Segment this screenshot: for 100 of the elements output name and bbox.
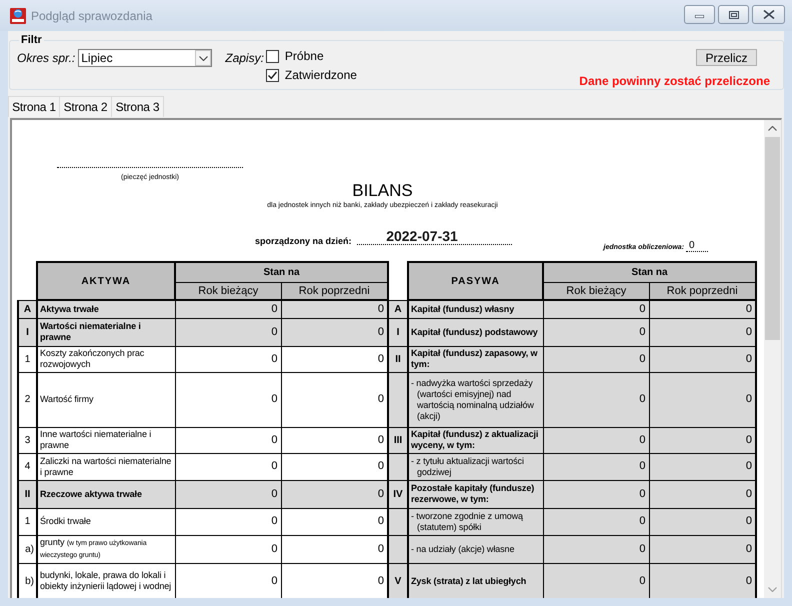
index-cell: 3 bbox=[18, 427, 37, 453]
row-label: Kapitał (fundusz) zapasowy, w tym: bbox=[408, 346, 543, 372]
checkbox[interactable] bbox=[266, 50, 279, 62]
index-cell: 1 bbox=[18, 346, 37, 372]
index-cell: V bbox=[389, 563, 408, 598]
value-cell: 0 bbox=[175, 318, 281, 346]
row-label: Inne wartości niematerialne i prawne bbox=[37, 427, 175, 453]
value-cell: 0 bbox=[175, 480, 281, 508]
row-label: Wartości niematerialne i prawne bbox=[37, 318, 175, 346]
column-header: Rok bieżący bbox=[175, 282, 281, 300]
group-title: Filtr bbox=[20, 34, 43, 47]
field-label: Zapisy: bbox=[225, 51, 264, 65]
row-label: Środki trwałe bbox=[37, 508, 175, 535]
close-icon bbox=[762, 10, 774, 19]
minimize-icon bbox=[695, 15, 704, 18]
window-title: Podgląd sprawozdania bbox=[31, 8, 152, 24]
date-label: sporządzony na dzień: bbox=[255, 236, 352, 246]
value-cell: 0 bbox=[649, 318, 756, 346]
column-header: Rok bieżący bbox=[543, 282, 649, 300]
table-title: AKTYWA bbox=[37, 262, 175, 300]
index-cell: A bbox=[389, 300, 408, 318]
value-cell: 0 bbox=[649, 535, 756, 563]
value-cell: 0 bbox=[281, 480, 388, 508]
row-label: - tworzone zgodnie z umową (statutem) spółki bbox=[408, 508, 543, 535]
row-label: Koszty zakończonych prac rozwojowych bbox=[37, 346, 175, 372]
value-cell: 0 bbox=[281, 300, 388, 318]
index-cell: III bbox=[389, 427, 408, 453]
value-cell: 0 bbox=[649, 372, 756, 427]
checkbox-label: Zatwierdzone bbox=[284, 68, 357, 82]
recalculate-button[interactable]: Przelicz bbox=[696, 49, 757, 66]
check-icon bbox=[266, 70, 278, 80]
maximize-icon bbox=[728, 10, 738, 18]
app-icon bbox=[10, 8, 26, 24]
value-cell: 0 bbox=[281, 427, 388, 453]
chevron-down-icon bbox=[195, 50, 212, 66]
row-label: Aktywa trwałe bbox=[37, 300, 175, 318]
tab[interactable]: Strona 3 bbox=[112, 96, 164, 117]
value-cell: 0 bbox=[543, 480, 649, 508]
tab[interactable]: Strona 2 bbox=[60, 96, 112, 117]
value-cell: 0 bbox=[175, 453, 281, 480]
index-cell: IV bbox=[389, 480, 408, 508]
table-title: PASYWA bbox=[408, 262, 543, 300]
row-label: Kapitał (fundusz) własny bbox=[408, 300, 543, 318]
value-cell: 0 bbox=[649, 300, 756, 318]
value-cell: 0 bbox=[175, 427, 281, 453]
index-cell: b) bbox=[18, 563, 37, 598]
value-cell: 0 bbox=[281, 318, 388, 346]
value-cell: 0 bbox=[175, 508, 281, 535]
value-cell: 0 bbox=[281, 346, 388, 372]
row-label: - nadwyżka wartości sprzedaży (wartości emisyjnej) nad wartością nominalną udziałów (akcji) bbox=[408, 372, 543, 427]
index-cell: 4 bbox=[18, 453, 37, 480]
value-cell: 0 bbox=[649, 480, 756, 508]
row-label: Kapitał (fundusz) z aktualizacji wyceny, w tym: bbox=[408, 427, 543, 453]
row-label: Wartość firmy bbox=[37, 372, 175, 427]
value-cell: 0 bbox=[175, 535, 281, 563]
checkbox-label: Próbne bbox=[284, 49, 324, 63]
index-cell: II bbox=[18, 480, 37, 508]
tab[interactable]: Strona 1 bbox=[8, 96, 60, 117]
report-date: 2022-07-31 bbox=[356, 228, 512, 245]
row-label: Pozostałe kapitały (fundusze) rezerwowe, w tym: bbox=[408, 480, 543, 508]
value-cell: 0 bbox=[543, 563, 649, 598]
field-label: Okres spr.: bbox=[17, 51, 76, 65]
index-cell: II bbox=[389, 346, 408, 372]
value-cell: 0 bbox=[281, 508, 388, 535]
value-cell: 0 bbox=[649, 427, 756, 453]
column-group-header: Stan na bbox=[175, 262, 388, 282]
close-button[interactable] bbox=[752, 5, 785, 24]
period-dropdown[interactable]: Lipiec bbox=[78, 49, 212, 67]
value-cell: 0 bbox=[543, 300, 649, 318]
value-cell: 0 bbox=[543, 535, 649, 563]
index-cell: A bbox=[18, 300, 37, 318]
value-cell: 0 bbox=[649, 453, 756, 480]
report-title: BILANS bbox=[352, 182, 413, 200]
value-cell: 0 bbox=[543, 372, 649, 427]
value-cell: 0 bbox=[281, 563, 388, 598]
column-group-header: Stan na bbox=[543, 262, 756, 282]
checkbox[interactable] bbox=[266, 68, 279, 82]
value-cell: 0 bbox=[281, 535, 388, 563]
value-cell: 0 bbox=[543, 453, 649, 480]
index-cell: I bbox=[18, 318, 37, 346]
row-label: - na udziały (akcje) własne bbox=[408, 535, 543, 563]
column-header: Rok poprzedni bbox=[649, 282, 756, 300]
value-cell: 0 bbox=[175, 346, 281, 372]
value-cell: 0 bbox=[281, 372, 388, 427]
value-cell: 0 bbox=[649, 346, 756, 372]
value-cell: 0 bbox=[543, 508, 649, 535]
value-cell: 0 bbox=[543, 346, 649, 372]
value-cell: 0 bbox=[543, 427, 649, 453]
row-label: - z tytułu aktualizacji wartości godziwej bbox=[408, 453, 543, 480]
row-label: budynki, lokale, prawa do lokali i obiekty inżynierii lądowej i wodnej bbox=[37, 563, 175, 598]
maximize-button[interactable] bbox=[718, 5, 749, 24]
unit-value: 0 bbox=[686, 240, 708, 252]
value-cell: 0 bbox=[649, 508, 756, 535]
row-label: Zaliczki na wartości niematerialne i prawne bbox=[37, 453, 175, 480]
scrollbar-thumb[interactable] bbox=[765, 137, 780, 340]
value-cell: 0 bbox=[175, 300, 281, 318]
warning-message: Dane powinny zostać przeliczone bbox=[579, 74, 770, 88]
row-label: Rzeczowe aktywa trwałe bbox=[37, 480, 175, 508]
value-cell: 0 bbox=[175, 372, 281, 427]
value-cell: 0 bbox=[281, 453, 388, 480]
